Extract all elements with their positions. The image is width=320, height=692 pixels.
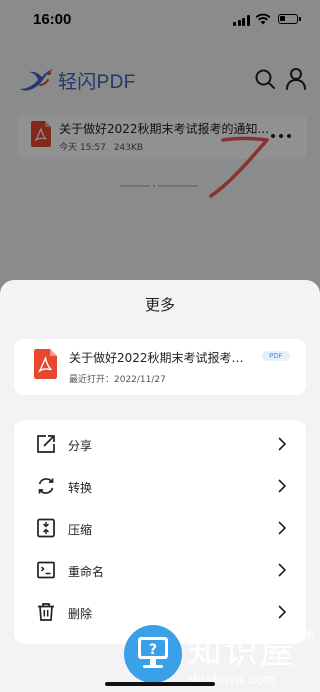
action-label: 转换 bbox=[68, 481, 93, 495]
chevron-right-icon bbox=[278, 521, 286, 535]
delete-icon bbox=[38, 603, 54, 621]
action-convert[interactable]: 转换 bbox=[14, 466, 306, 508]
chevron-right-icon bbox=[278, 605, 286, 619]
convert-icon bbox=[38, 478, 54, 494]
action-compress[interactable]: 压缩 bbox=[14, 508, 306, 550]
home-indicator bbox=[105, 682, 215, 686]
watermark-registered-mark: ® bbox=[303, 628, 315, 642]
action-rename[interactable]: 重命名 bbox=[14, 550, 306, 592]
file-type-badge: PDF bbox=[262, 351, 290, 361]
action-list: 分享 转换 压缩 重命名 删除 bbox=[14, 420, 306, 644]
compress-icon bbox=[37, 518, 55, 538]
action-share[interactable]: 分享 bbox=[14, 424, 306, 466]
chevron-right-icon bbox=[278, 479, 286, 493]
action-label: 压缩 bbox=[68, 523, 93, 537]
sheet-file-name: 关于做好2022秋期末考试报考的... bbox=[69, 351, 254, 365]
sheet-file-panel: 关于做好2022秋期末考试报考的... PDF 最近打开：2022/11/27 bbox=[14, 339, 306, 395]
sheet-title: 更多 bbox=[144, 296, 175, 314]
pdf-file-icon bbox=[34, 349, 57, 379]
action-label: 重命名 bbox=[68, 565, 105, 579]
svg-text:?: ? bbox=[149, 642, 157, 658]
action-label: 分享 bbox=[68, 439, 93, 453]
watermark-title: 知识屋 bbox=[188, 632, 296, 672]
chevron-right-icon bbox=[278, 437, 286, 451]
watermark-logo-icon: ? bbox=[124, 625, 182, 683]
share-icon bbox=[37, 435, 55, 453]
rename-icon bbox=[37, 561, 55, 579]
chevron-right-icon bbox=[278, 563, 286, 577]
sheet-file-opened: 最近打开：2022/11/27 bbox=[69, 375, 166, 385]
action-label: 删除 bbox=[68, 607, 93, 621]
